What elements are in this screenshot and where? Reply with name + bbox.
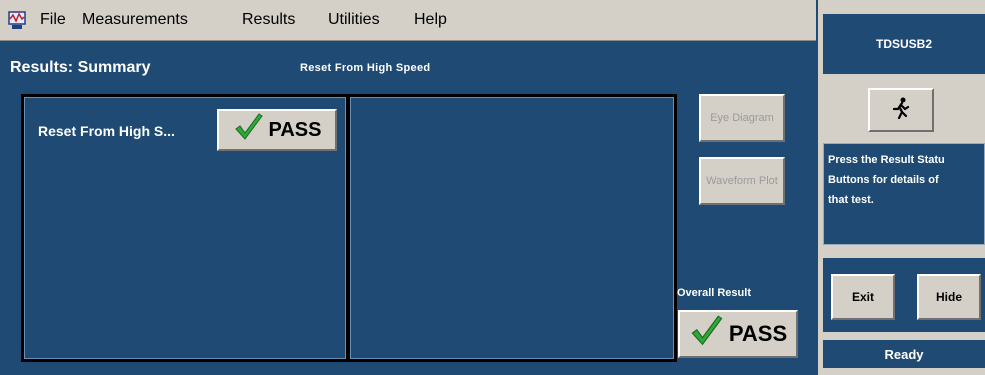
eye-diagram-button[interactable]: Eye Diagram: [699, 94, 785, 142]
panel-subtitle: Reset From High Speed: [300, 62, 431, 74]
module-title: TDSUSB2: [823, 14, 985, 74]
menu-file[interactable]: File: [40, 11, 66, 29]
overall-result-label: Overall Result: [677, 287, 751, 299]
menu-measurements[interactable]: Measurements: [82, 11, 188, 29]
run-button[interactable]: [868, 88, 934, 132]
running-man-icon: [891, 97, 911, 124]
panel-title: Results: Summary: [10, 59, 151, 76]
check-icon: [233, 112, 265, 148]
app-icon[interactable]: [6, 9, 28, 31]
help-message-line: Buttons for details of: [828, 174, 939, 186]
exit-button[interactable]: Exit: [831, 274, 895, 320]
action-button-panel: Exit Hide: [823, 258, 985, 332]
control-panel: TDSUSB2 Press the Result Statu Buttons f…: [818, 0, 985, 375]
menu-bar: File Measurements Results Utilities Help: [0, 0, 816, 41]
help-message-line: that test.: [828, 194, 874, 206]
help-message: Press the Result Statu Buttons for detai…: [823, 143, 985, 245]
result-status-text: PASS: [268, 118, 322, 141]
help-message-line: Press the Result Statu: [828, 154, 945, 166]
results-panel: Results: Summary Reset From High Speed R…: [0, 41, 816, 375]
hide-button[interactable]: Hide: [917, 274, 981, 320]
result-status-button[interactable]: PASS: [217, 109, 337, 151]
status-text: Ready: [823, 340, 985, 368]
menu-utilities[interactable]: Utilities: [328, 11, 380, 29]
check-icon: [689, 314, 725, 354]
results-list-pane: Reset From High S... PASS: [21, 94, 349, 362]
overall-result-button[interactable]: PASS: [678, 310, 798, 358]
result-detail-pane: [347, 94, 677, 362]
menu-results[interactable]: Results: [242, 11, 295, 29]
result-label: Reset From High S...: [38, 123, 175, 139]
menu-help[interactable]: Help: [414, 11, 447, 29]
waveform-plot-button[interactable]: Waveform Plot: [699, 157, 785, 205]
overall-result-text: PASS: [728, 321, 788, 346]
